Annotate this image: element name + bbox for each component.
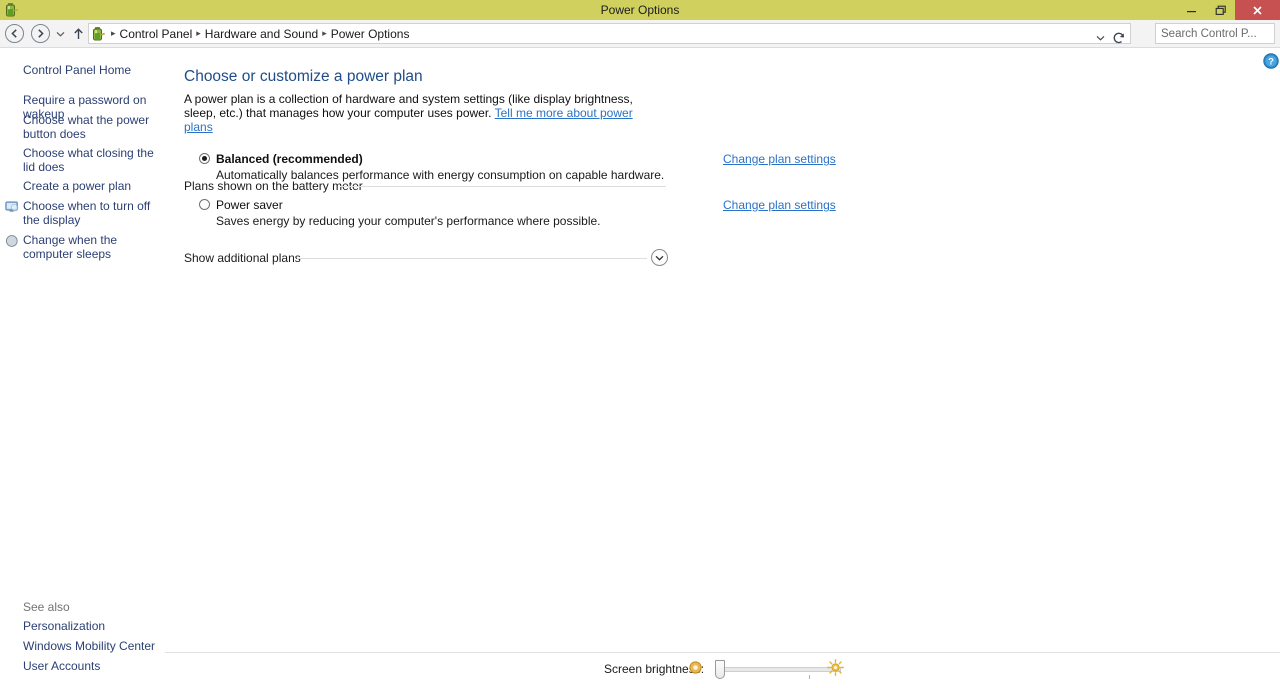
show-additional-plans[interactable]: Show additional plans	[184, 249, 684, 269]
monitor-icon	[5, 200, 19, 214]
slider-thumb[interactable]	[715, 660, 725, 679]
forward-button[interactable]	[31, 24, 50, 43]
search-input[interactable]	[1156, 26, 1280, 41]
plan-name-power-saver: Power saver	[216, 198, 283, 212]
help-icon[interactable]: ?	[1263, 53, 1279, 69]
see-also-item-user-accounts[interactable]: User Accounts	[23, 659, 163, 674]
page-description: A power plan is a collection of hardware…	[184, 92, 654, 134]
minimize-button[interactable]	[1177, 0, 1206, 20]
main-content: ? Choose or customize a power plan A pow…	[165, 48, 1280, 652]
moon-icon	[5, 234, 19, 248]
plan-description-balanced: Automatically balances performance with …	[216, 168, 665, 182]
search-box[interactable]	[1155, 23, 1280, 44]
plan-description-power-saver: Saves energy by reducing your computer's…	[216, 214, 601, 228]
breadcrumb-hardware-and-sound[interactable]: Hardware and Sound	[202, 27, 321, 41]
additional-plans-divider	[297, 258, 647, 259]
sun-bright-icon[interactable]	[827, 659, 844, 676]
show-additional-plans-label: Show additional plans	[184, 251, 301, 265]
sidebar-item-closing-lid[interactable]: Choose what closing the lid does	[23, 146, 163, 174]
slider-tick	[809, 675, 810, 679]
title-bar: Power Options	[0, 0, 1280, 20]
sidebar-item-power-button[interactable]: Choose what the power button does	[23, 113, 163, 141]
page-title: Choose or customize a power plan	[184, 68, 423, 85]
chevron-down-icon[interactable]	[651, 249, 668, 266]
see-also-label: See also	[23, 600, 70, 614]
address-bar[interactable]: ▸ Control Panel ▸ Hardware and Sound ▸ P…	[88, 23, 1131, 44]
svg-text:?: ?	[1268, 57, 1274, 68]
restore-button[interactable]	[1206, 0, 1235, 20]
radio-power-saver[interactable]	[199, 199, 210, 210]
see-also-item-personalization[interactable]: Personalization	[23, 619, 163, 634]
breadcrumb-control-panel[interactable]: Control Panel	[117, 27, 196, 41]
plan-name-balanced: Balanced (recommended)	[216, 152, 363, 166]
sidebar-item-create-power-plan[interactable]: Create a power plan	[23, 179, 163, 194]
up-button[interactable]	[70, 24, 86, 43]
radio-balanced[interactable]	[199, 153, 210, 164]
refresh-icon[interactable]	[1109, 28, 1128, 47]
sun-dim-icon[interactable]	[689, 661, 702, 674]
address-chevron-down-icon[interactable]	[1092, 28, 1108, 47]
change-plan-settings-power-saver[interactable]: Change plan settings	[723, 198, 836, 212]
brightness-slider[interactable]	[711, 660, 841, 679]
breadcrumb-battery-icon	[91, 26, 107, 42]
back-button[interactable]	[5, 24, 24, 43]
change-plan-settings-balanced[interactable]: Change plan settings	[723, 152, 836, 166]
group-divider	[340, 186, 666, 187]
close-button[interactable]	[1235, 0, 1280, 20]
recent-pages-dropdown-icon[interactable]	[54, 24, 67, 43]
sidebar: Control Panel Home Require a password on…	[0, 48, 165, 688]
navigation-bar: ▸ Control Panel ▸ Hardware and Sound ▸ P…	[0, 20, 1280, 48]
brightness-bar: Screen brightness:	[165, 653, 1280, 688]
see-also-item-windows-mobility-center[interactable]: Windows Mobility Center	[23, 639, 163, 654]
sidebar-item-turn-off-display[interactable]: Choose when to turn off the display	[23, 199, 163, 227]
window-title: Power Options	[600, 3, 680, 17]
sidebar-item-control-panel-home[interactable]: Control Panel Home	[23, 63, 163, 78]
slider-track[interactable]	[715, 667, 841, 672]
sidebar-item-computer-sleeps[interactable]: Change when the computer sleeps	[23, 233, 163, 261]
window-controls	[1177, 0, 1280, 20]
breadcrumb-power-options[interactable]: Power Options	[328, 27, 413, 41]
